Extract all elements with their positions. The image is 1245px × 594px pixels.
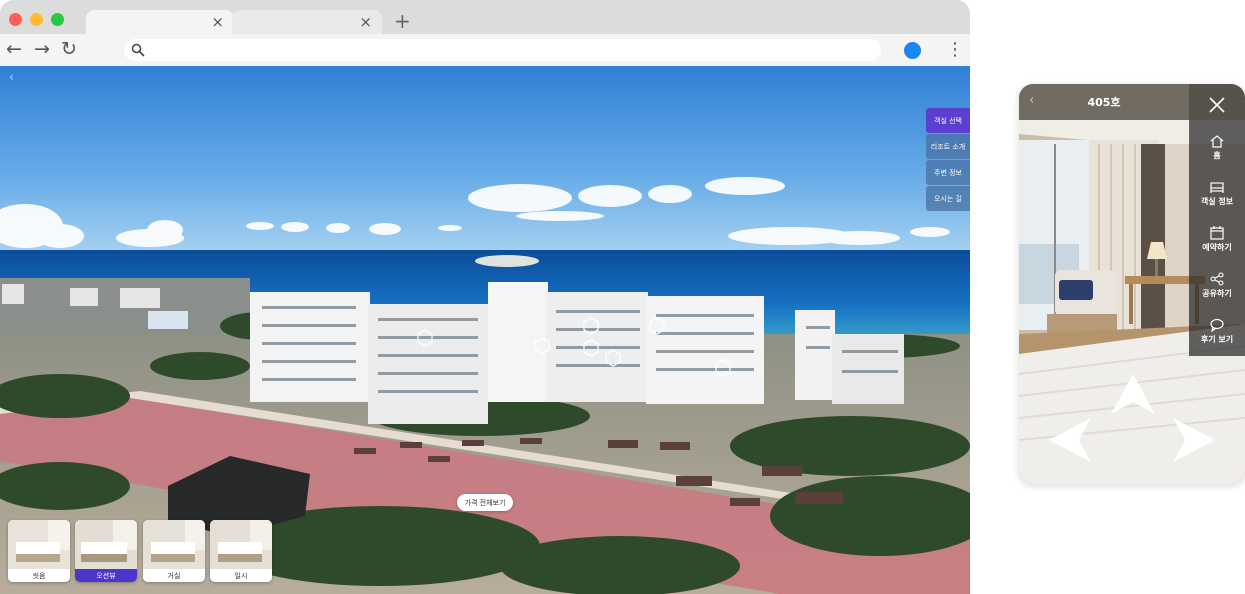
move-left-arrow-icon[interactable] bbox=[1047, 416, 1093, 464]
room-thumb-2[interactable]: 오션뷰 bbox=[75, 520, 137, 582]
calendar-icon bbox=[1210, 226, 1224, 240]
maximize-window-button[interactable] bbox=[51, 13, 64, 26]
minimize-window-button[interactable] bbox=[30, 13, 43, 26]
profile-avatar[interactable] bbox=[904, 42, 921, 59]
room-thumb-1[interactable]: 씻음 bbox=[8, 520, 70, 582]
browser-tab-2[interactable]: × bbox=[232, 10, 382, 34]
close-tab-icon[interactable]: × bbox=[359, 13, 372, 31]
mobile-menu-share[interactable]: 공유하기 bbox=[1189, 272, 1245, 299]
room-thumb-label: 일시 bbox=[210, 569, 272, 582]
forward-arrow-icon[interactable]: → bbox=[34, 37, 50, 61]
resort-3d-viewer[interactable]: ‹ 객실 선택 리조트 소개 주변 정보 오시는 길 가격 전체보기 씻음 오션… bbox=[0, 66, 970, 594]
room-thumb-4[interactable]: 일시 bbox=[210, 520, 272, 582]
mobile-menu-label: 후기 보기 bbox=[1200, 335, 1234, 344]
mobile-header: ‹ 405호 bbox=[1019, 84, 1189, 120]
address-bar[interactable] bbox=[124, 39, 881, 61]
mobile-side-menu: 홈 객실 정보 예약하기 공유하기 후기 보기 bbox=[1189, 84, 1245, 356]
mobile-room-viewer[interactable]: ‹ 405호 홈 객실 정보 예약하기 공유하기 후기 보기 bbox=[1019, 84, 1245, 484]
room-photo bbox=[143, 520, 205, 570]
close-icon[interactable] bbox=[1206, 94, 1228, 116]
reload-icon[interactable]: ↻ bbox=[61, 37, 77, 61]
mobile-menu-reserve[interactable]: 예약하기 bbox=[1189, 226, 1245, 253]
side-menu-directions[interactable]: 오시는 길 bbox=[926, 186, 970, 211]
close-tab-icon[interactable]: × bbox=[211, 13, 224, 31]
tab-bar: × × + bbox=[0, 0, 970, 34]
room-thumb-label: 거실 bbox=[143, 569, 205, 582]
room-photo bbox=[210, 520, 272, 570]
side-menu-room-select[interactable]: 객실 선택 bbox=[926, 108, 970, 133]
close-window-button[interactable] bbox=[9, 13, 22, 26]
share-icon bbox=[1210, 272, 1224, 286]
browser-window: × × + ← → ↻ ⋮ ‹ 객실 선택 리조트 소개 주변 정보 오시는 길… bbox=[0, 0, 970, 594]
side-menu-resort-intro[interactable]: 리조트 소개 bbox=[926, 134, 970, 159]
mobile-menu-label: 공유하기 bbox=[1202, 289, 1232, 298]
browser-menu-icon[interactable]: ⋮ bbox=[946, 38, 964, 62]
bed-icon bbox=[1210, 182, 1224, 193]
mobile-menu-room-info[interactable]: 객실 정보 bbox=[1189, 180, 1245, 207]
mobile-menu-reviews[interactable]: 후기 보기 bbox=[1189, 318, 1245, 345]
side-menu-nearby-info[interactable]: 주변 정보 bbox=[926, 160, 970, 185]
room-photo bbox=[8, 520, 70, 570]
move-forward-arrow-icon[interactable] bbox=[1109, 372, 1157, 416]
room-photo bbox=[75, 520, 137, 570]
navigation-bar: ← → ↻ ⋮ bbox=[0, 34, 970, 66]
chat-icon bbox=[1210, 318, 1224, 332]
mobile-menu-home[interactable]: 홈 bbox=[1189, 134, 1245, 161]
room-thumb-3[interactable]: 거실 bbox=[143, 520, 205, 582]
mobile-menu-label: 객실 정보 bbox=[1200, 197, 1234, 206]
home-icon bbox=[1210, 135, 1224, 148]
back-arrow-icon[interactable]: ← bbox=[6, 37, 22, 61]
viewer-side-menu: 객실 선택 리조트 소개 주변 정보 오시는 길 bbox=[926, 108, 970, 212]
new-tab-icon[interactable]: + bbox=[394, 9, 411, 33]
search-icon bbox=[131, 43, 145, 57]
room-thumb-label: 오션뷰 bbox=[75, 569, 137, 582]
move-right-arrow-icon[interactable] bbox=[1171, 416, 1217, 464]
mobile-menu-label: 예약하기 bbox=[1202, 243, 1232, 252]
room-thumb-label: 씻음 bbox=[8, 569, 70, 582]
viewer-back-icon[interactable]: ‹ bbox=[9, 70, 14, 84]
mobile-menu-label: 홈 bbox=[1213, 151, 1221, 160]
view-all-prices-button[interactable]: 가격 전체보기 bbox=[457, 494, 513, 511]
resort-aerial-scene[interactable] bbox=[0, 66, 970, 594]
room-title: 405호 bbox=[1087, 96, 1121, 109]
browser-tab-1[interactable]: × bbox=[86, 10, 234, 34]
